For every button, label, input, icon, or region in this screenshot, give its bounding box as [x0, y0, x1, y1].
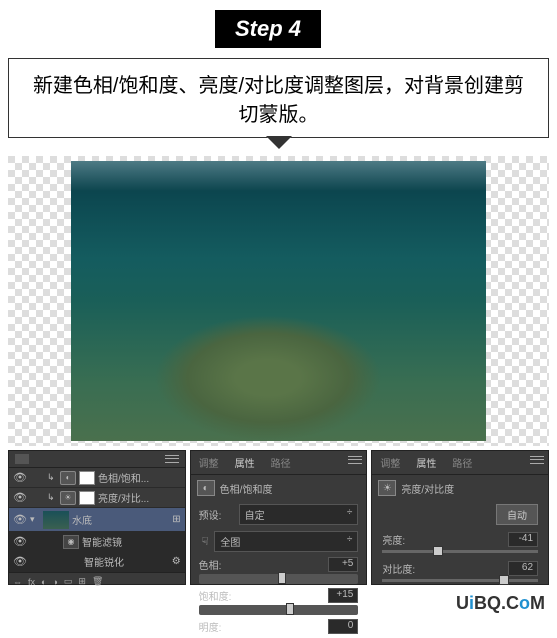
contrast-value[interactable]: 62	[508, 561, 538, 576]
layer-row-smart-sharpen[interactable]: 👁 智能锐化 ⚙	[9, 552, 185, 572]
range-value: 全图	[220, 534, 240, 549]
tab-properties[interactable]: 属性	[408, 451, 444, 474]
layers-panel-tabs	[9, 451, 185, 468]
tab-adjust[interactable]: 调整	[191, 451, 227, 474]
light-value[interactable]: 0	[328, 619, 358, 634]
tab-path[interactable]: 路径	[263, 451, 299, 474]
layer-row-smart-filters[interactable]: 👁 ◉ 智能滤镜	[9, 532, 185, 552]
layer-mask-thumb[interactable]	[79, 491, 95, 505]
add-mask-icon[interactable]: ◐	[41, 577, 46, 587]
chevron-down-icon: ÷	[347, 507, 353, 522]
layer-row-hue-sat[interactable]: 👁 ↳ ◐ 色相/饱和...	[9, 468, 185, 488]
layer-mask-thumb[interactable]	[79, 471, 95, 485]
tab-properties[interactable]: 属性	[227, 451, 263, 474]
new-group-icon[interactable]: ▭	[64, 576, 73, 587]
props-tabs: 调整 属性 路径	[191, 451, 367, 475]
smart-filter-icon: ◉	[63, 535, 79, 549]
sat-slider-row: 饱和度: +15	[191, 586, 367, 617]
fx-icon[interactable]: fx	[28, 577, 35, 587]
layers-tab-icon[interactable]	[15, 454, 29, 464]
bright-contrast-icon: ☀	[378, 480, 396, 496]
auto-row: 自动	[372, 501, 548, 528]
arrow-down-icon	[267, 137, 291, 149]
bright-contrast-adj-icon: ☀	[60, 491, 76, 505]
smart-object-icon: ⊞	[172, 514, 180, 525]
tab-adjust[interactable]: 调整	[372, 451, 408, 474]
light-label: 明度:	[199, 619, 222, 634]
hue-sat-icon: ◐	[197, 480, 215, 496]
bright-contrast-panel: 调整 属性 路径 ☀ 亮度/对比度 自动 亮度: -41 对比度: 62	[371, 450, 549, 585]
range-dropdown[interactable]: 全图 ÷	[214, 531, 358, 552]
hue-slider-row: 色相: +5	[191, 555, 367, 586]
layer-name: 亮度/对比...	[98, 490, 149, 505]
layer-name: 色相/饱和...	[98, 470, 149, 485]
visibility-icon[interactable]: 👁	[13, 491, 27, 504]
scrubby-icon[interactable]: ☟	[202, 535, 209, 548]
contrast-label: 对比度:	[382, 561, 415, 576]
layers-panel: 👁 ↳ ◐ 色相/饱和... 👁 ↳ ☀ 亮度/对比... 👁 ▾ 水底 ⊞ 👁	[8, 450, 186, 585]
step-badge: Step 4	[215, 10, 321, 48]
layer-name: 智能锐化	[84, 554, 124, 569]
visibility-icon[interactable]: 👁	[13, 513, 27, 526]
sat-label: 饱和度:	[199, 588, 232, 603]
layer-name: 智能滤镜	[82, 534, 122, 549]
props-header: ◐ 色相/饱和度	[191, 475, 367, 501]
auto-button[interactable]: 自动	[496, 504, 538, 525]
panels-row: 👁 ↳ ◐ 色相/饱和... 👁 ↳ ☀ 亮度/对比... 👁 ▾ 水底 ⊞ 👁	[8, 450, 549, 585]
underwater-image[interactable]	[71, 161, 486, 441]
visibility-icon[interactable]: 👁	[13, 471, 27, 484]
brightness-slider[interactable]	[382, 550, 538, 553]
hue-label: 色相:	[199, 557, 222, 572]
contrast-row: 对比度: 62	[372, 557, 548, 586]
visibility-icon[interactable]: 👁	[13, 535, 27, 548]
hue-sat-panel: 调整 属性 路径 ◐ 色相/饱和度 预设: 自定 ÷ ☟ 全图 ÷ 色相: +5	[190, 450, 368, 585]
panel-menu-icon[interactable]	[165, 454, 179, 464]
panel-menu-icon[interactable]	[348, 455, 362, 465]
preset-dropdown[interactable]: 自定 ÷	[239, 504, 359, 525]
brightness-label: 亮度:	[382, 532, 405, 547]
canvas-area[interactable]	[8, 156, 549, 446]
layer-image-thumb[interactable]	[43, 511, 69, 529]
visibility-icon[interactable]: 👁	[13, 555, 27, 568]
props-title: 亮度/对比度	[401, 481, 454, 496]
props-tabs: 调整 属性 路径	[372, 451, 548, 475]
layer-row-water[interactable]: 👁 ▾ 水底 ⊞	[9, 508, 185, 532]
sat-slider[interactable]	[199, 605, 359, 615]
layer-name: 水底	[72, 512, 92, 527]
light-slider-row: 明度: 0	[191, 617, 367, 638]
preset-value: 自定	[245, 507, 265, 522]
tab-path[interactable]: 路径	[444, 451, 480, 474]
props-header: ☀ 亮度/对比度	[372, 475, 548, 501]
link-layers-icon[interactable]: ⇔	[13, 577, 22, 587]
contrast-slider[interactable]	[382, 579, 538, 582]
delete-layer-icon[interactable]: 🗑	[92, 576, 103, 587]
filter-settings-icon[interactable]: ⚙	[172, 556, 181, 567]
layers-bottom-bar: ⇔ fx ◐ ◑ ▭ ⊞ 🗑	[9, 572, 185, 590]
clip-indicator-icon: ↳	[47, 472, 57, 483]
hue-sat-adj-icon: ◐	[60, 471, 76, 485]
instruction-text: 新建色相/饱和度、亮度/对比度调整图层，对背景创建剪切蒙版。	[33, 75, 524, 126]
expand-icon[interactable]: ▾	[30, 514, 40, 525]
preset-row: 预设: 自定 ÷	[191, 501, 367, 528]
chevron-down-icon: ÷	[347, 534, 353, 549]
range-row: ☟ 全图 ÷	[191, 528, 367, 555]
clip-indicator-icon: ↳	[47, 492, 57, 503]
sat-value[interactable]: +15	[328, 588, 358, 603]
props-title: 色相/饱和度	[220, 481, 273, 496]
new-layer-icon[interactable]: ⊞	[78, 576, 86, 587]
brightness-value[interactable]: -41	[508, 532, 538, 547]
new-adjustment-icon[interactable]: ◑	[52, 577, 57, 587]
panel-menu-icon[interactable]	[530, 455, 544, 465]
hue-slider[interactable]	[199, 574, 359, 584]
brightness-row: 亮度: -41	[372, 528, 548, 557]
hue-value[interactable]: +5	[328, 557, 358, 572]
preset-label: 预设:	[199, 507, 233, 522]
instruction-box: 新建色相/饱和度、亮度/对比度调整图层，对背景创建剪切蒙版。	[8, 58, 549, 138]
layer-row-bright-contrast[interactable]: 👁 ↳ ☀ 亮度/对比...	[9, 488, 185, 508]
